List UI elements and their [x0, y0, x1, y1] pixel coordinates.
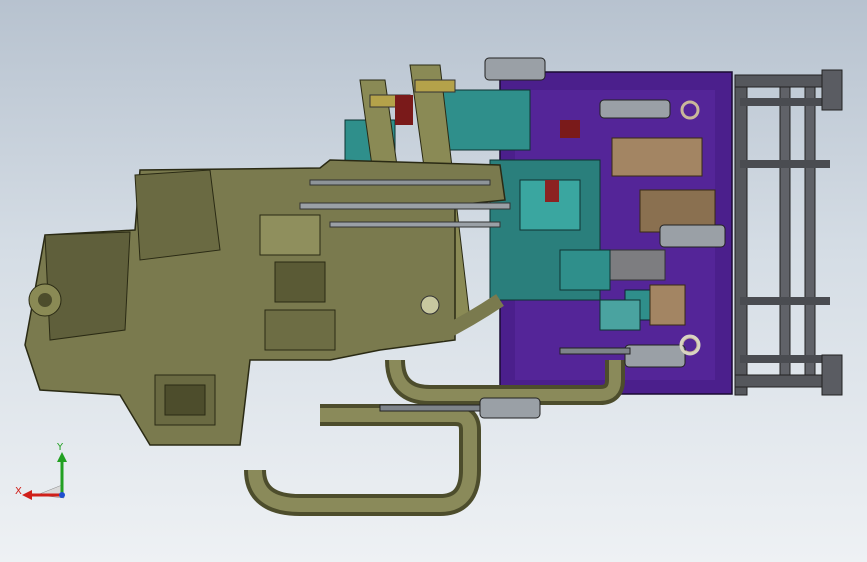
welding-fixture-model[interactable]	[0, 0, 867, 562]
z-axis-dot	[59, 492, 65, 498]
y-axis-label: Y	[57, 442, 64, 453]
x-axis-label: X	[15, 486, 22, 497]
cad-viewport[interactable]: Y X	[0, 0, 867, 562]
gray-rack-frame	[734, 69, 843, 396]
coordinate-triad	[22, 452, 67, 500]
